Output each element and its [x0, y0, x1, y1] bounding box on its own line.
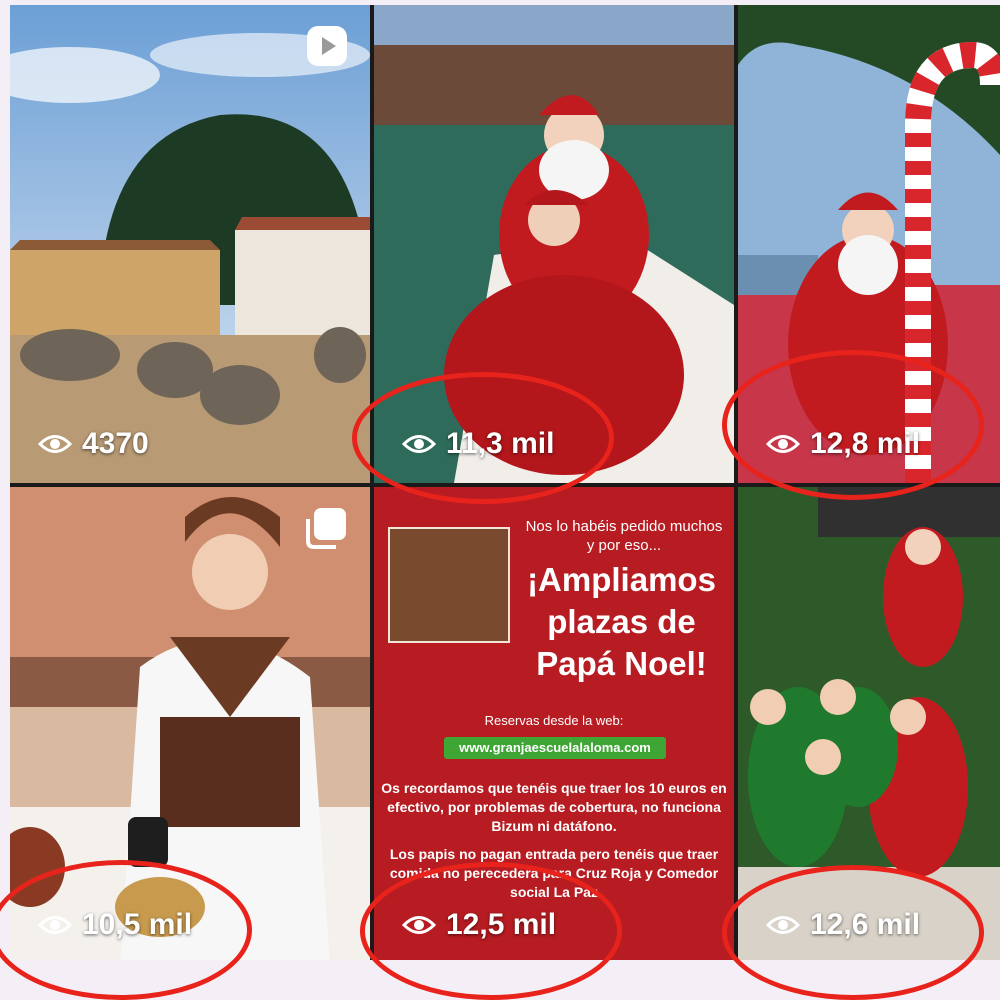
- post-4-image: [10, 487, 370, 960]
- grid-post-3[interactable]: 12,8 mil: [738, 5, 1000, 483]
- view-count-text: 10,5 mil: [82, 908, 193, 941]
- poster-reservas: Reservas desde la web:: [484, 713, 624, 728]
- grid-post-5[interactable]: Nos lo habéis pedido muchos y por eso...…: [374, 487, 734, 960]
- poster-intro: Nos lo habéis pedido muchos y por eso...: [525, 518, 723, 554]
- post-3-image: [738, 5, 1000, 483]
- poster-headline: ¡Ampliamos plazas de Papá Noel!: [509, 559, 734, 685]
- grid-post-1[interactable]: 4370: [10, 5, 370, 483]
- post-6-image: [738, 487, 1000, 960]
- post-1-image: [10, 5, 370, 483]
- poster-headline-line: plazas de: [547, 603, 696, 640]
- post-2-image: [374, 5, 734, 483]
- grid-post-6[interactable]: 12,6 mil: [738, 487, 1000, 960]
- view-count: 12,5 mil: [402, 908, 556, 942]
- view-count: 4370: [38, 427, 149, 461]
- view-count-text: 11,3 mil: [446, 427, 555, 460]
- view-count: 12,6 mil: [766, 908, 920, 942]
- view-count: 10,5 mil: [38, 908, 192, 942]
- eye-icon: [38, 435, 72, 453]
- eye-icon: [766, 435, 800, 453]
- view-count-text: 12,6 mil: [810, 908, 921, 941]
- eye-icon: [766, 916, 800, 934]
- carousel-icon: [306, 508, 346, 549]
- poster: Nos lo habéis pedido muchos y por eso...…: [374, 487, 734, 960]
- eye-icon: [38, 916, 72, 934]
- poster-paragraph-2: Los papis no pagan entrada pero tenéis q…: [389, 846, 719, 900]
- view-count-text: 12,8 mil: [810, 427, 921, 460]
- poster-photo: [388, 527, 510, 643]
- grid-post-2[interactable]: 11,3 mil: [374, 5, 734, 483]
- poster-website: www.granjaescuelalaloma.com: [444, 737, 666, 759]
- reel-icon: [307, 26, 347, 66]
- eye-icon: [402, 435, 436, 453]
- view-count-text: 4370: [82, 427, 149, 460]
- view-count: 12,8 mil: [766, 427, 920, 461]
- poster-headline-line: Papá Noel!: [536, 645, 707, 682]
- view-count: 11,3 mil: [402, 427, 554, 461]
- eye-icon: [402, 916, 436, 934]
- grid-post-4[interactable]: 10,5 mil: [10, 487, 370, 960]
- poster-headline-line: ¡Ampliamos: [527, 561, 716, 598]
- view-count-text: 12,5 mil: [446, 908, 557, 941]
- poster-paragraph-1: Os recordamos que tenéis que traer los 1…: [381, 780, 727, 834]
